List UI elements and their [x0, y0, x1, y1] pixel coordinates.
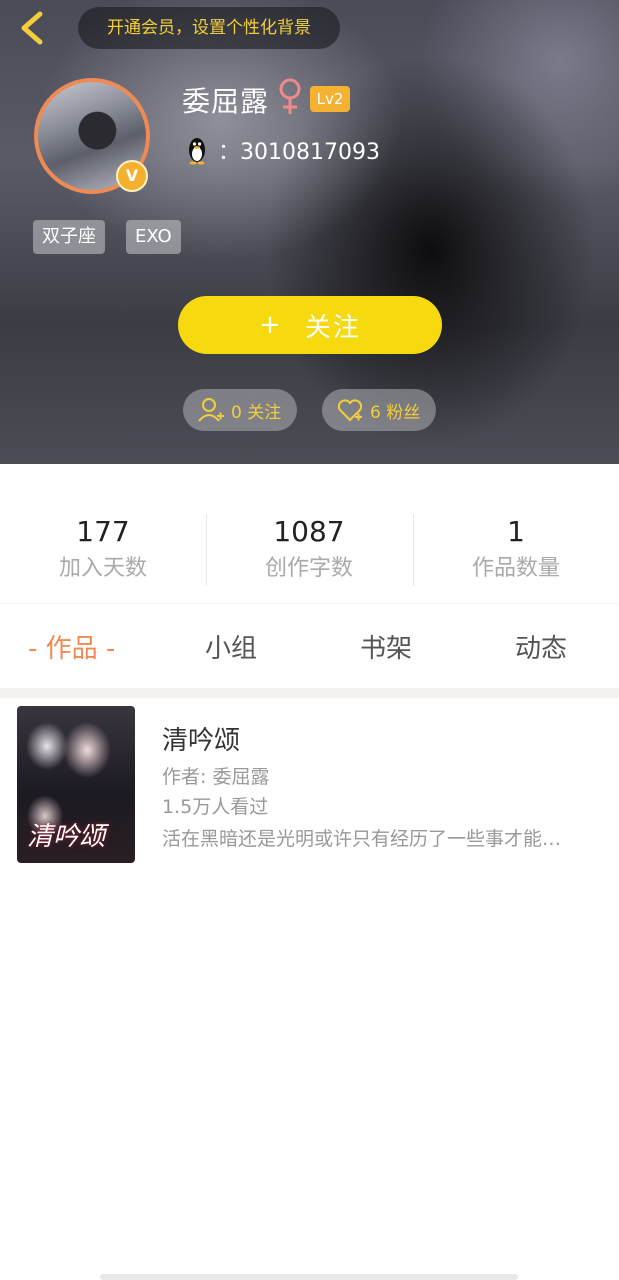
tab-groups[interactable]: 小组 [205, 628, 257, 665]
vip-banner[interactable]: 开通会员，设置个性化背景 [78, 7, 340, 49]
qq-row: ：3010817093 [186, 134, 380, 166]
cover-title: 清吟颂 [27, 822, 106, 852]
stats-bar: 177 加入天数 1087 创作字数 1 作品数量 [0, 464, 619, 604]
tag-interest: EXO [126, 220, 181, 254]
stat-label: 加入天数 [58, 556, 147, 581]
tag-zodiac: 双子座 [33, 220, 105, 254]
fans-count-button[interactable]: 6 粉丝 [322, 389, 436, 431]
tab-works[interactable]: - 作品 - [28, 628, 115, 665]
heart-add-icon [337, 399, 363, 422]
stat-days-joined: 177 加入天数 [0, 512, 206, 586]
follow-button-label: 关注 [304, 312, 361, 343]
stat-value: 177 [76, 515, 130, 548]
profile-tabs: - 作品 - 小组 书架 动态 [0, 604, 619, 688]
plus-icon: + [259, 310, 283, 340]
chevron-left-icon [21, 11, 43, 45]
level-badge: Lv2 [310, 86, 350, 112]
verified-badge: V [116, 160, 148, 192]
book-cover: 清吟颂 [17, 706, 135, 863]
back-button[interactable] [14, 8, 54, 48]
username: 委屈露 [182, 85, 270, 118]
stat-word-count: 1087 创作字数 [206, 512, 412, 586]
list-background [0, 688, 619, 698]
follow-button[interactable]: + 关注 [178, 296, 442, 354]
tab-bookshelf[interactable]: 书架 [360, 628, 412, 665]
stat-value: 1 [507, 515, 525, 548]
bottom-nav-indicator [100, 1274, 518, 1280]
stat-works-count: 1 作品数量 [413, 512, 619, 586]
stat-label: 作品数量 [471, 556, 560, 581]
following-count-button[interactable]: 0 关注 [183, 389, 297, 431]
work-title: 清吟颂 [162, 726, 241, 756]
female-icon [279, 78, 301, 114]
penguin-icon [189, 138, 205, 165]
tab-activity[interactable]: 动态 [515, 628, 567, 665]
work-author: 作者: 委屈露 [162, 766, 270, 788]
work-description: 活在黑暗还是光明或许只有经历了一些事才能… [162, 828, 562, 850]
work-list-item[interactable]: 清吟颂 清吟颂 作者: 委屈露 1.5万人看过 活在黑暗还是光明或许只有经历了一… [9, 698, 610, 872]
work-views: 1.5万人看过 [162, 796, 269, 818]
fans-count: 6 粉丝 [370, 402, 421, 423]
avatar[interactable]: V [34, 78, 150, 194]
stat-label: 创作字数 [264, 556, 353, 581]
stat-value: 1087 [273, 515, 345, 548]
profile-header: 开通会员，设置个性化背景 V 委屈露 Lv2 ：3010817093 双子座 E… [0, 0, 619, 464]
user-add-icon [198, 398, 224, 422]
qq-number: ：3010817093 [218, 140, 380, 165]
following-count: 0 关注 [231, 402, 282, 423]
